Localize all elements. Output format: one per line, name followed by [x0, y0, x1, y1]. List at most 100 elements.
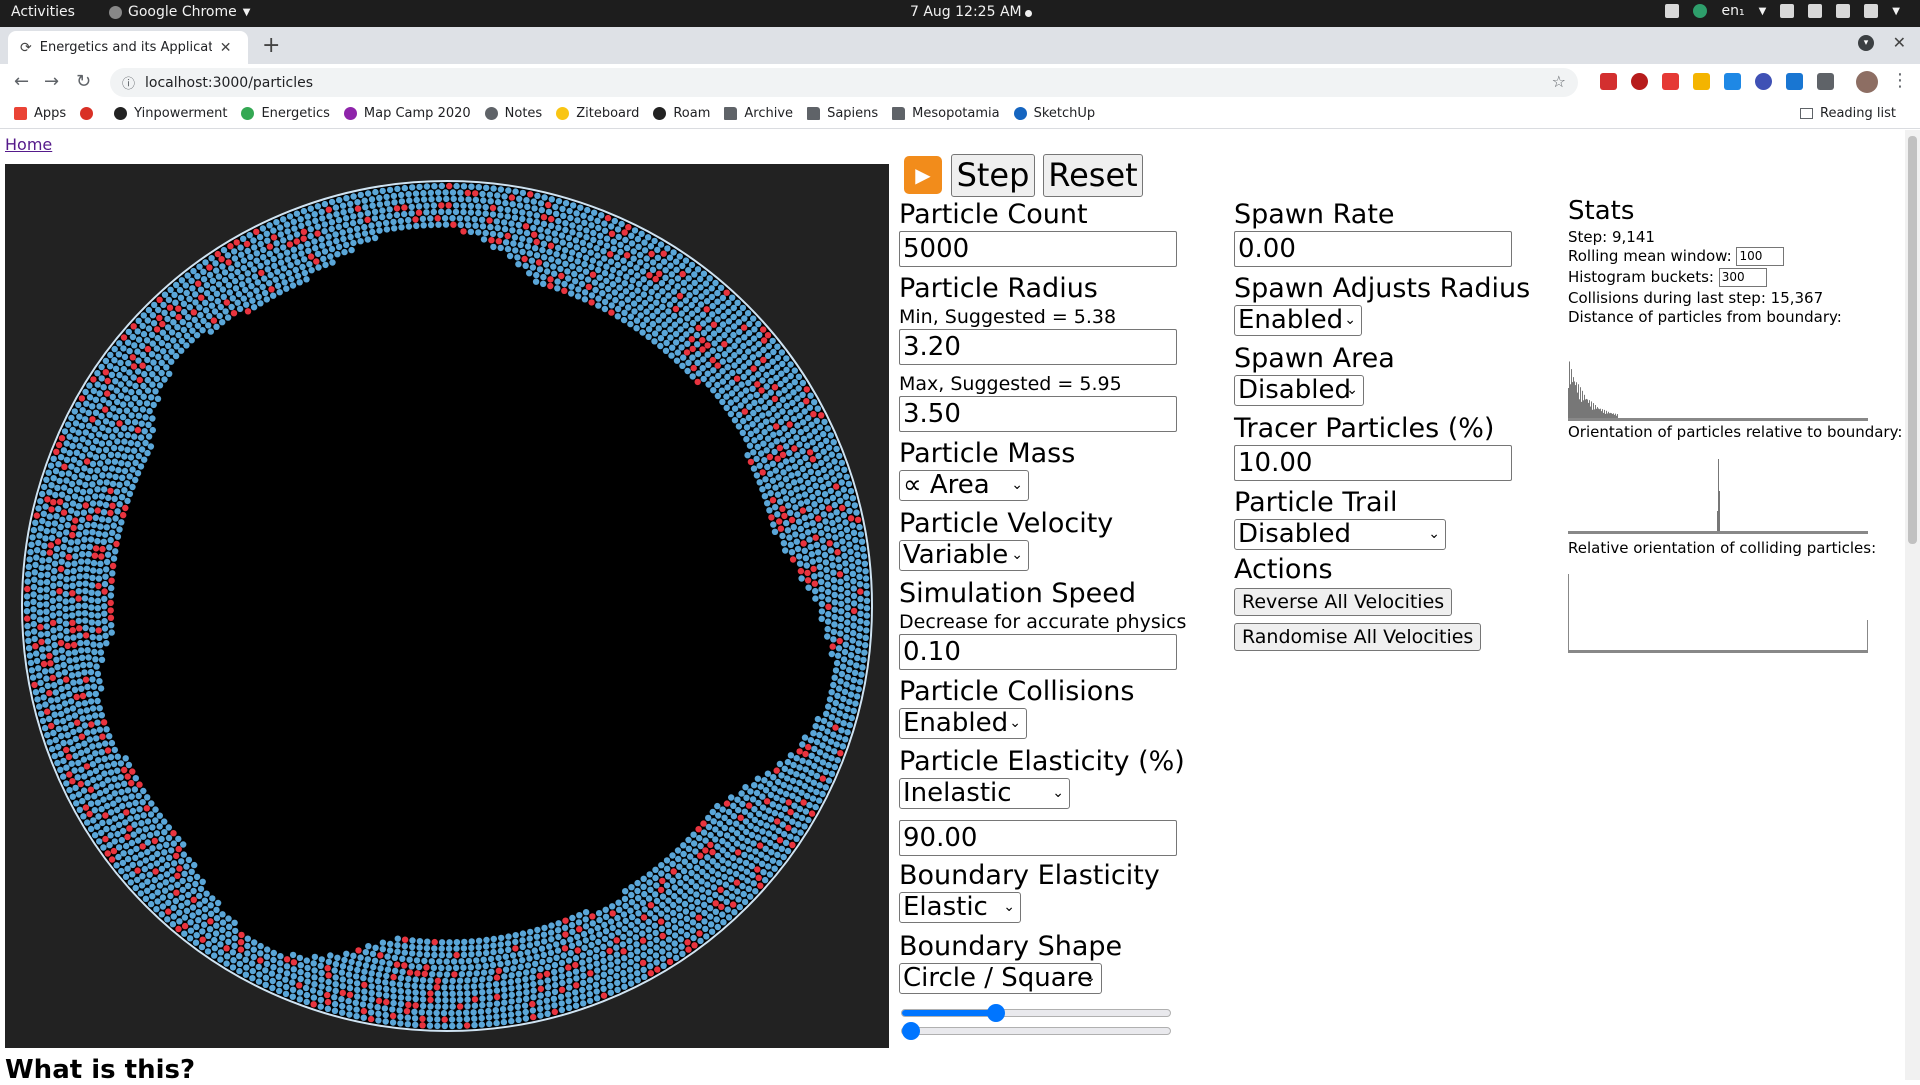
page-scrollbar[interactable] [1905, 130, 1920, 1080]
reload-icon[interactable]: ↻ [76, 71, 91, 92]
play-button[interactable]: ▶ [904, 156, 942, 194]
boundary-shape-slider[interactable] [901, 1004, 1171, 1022]
spawn-rate-input[interactable]: 0.00 [1234, 231, 1512, 267]
profile-avatar[interactable] [1856, 71, 1878, 93]
chevron-down-icon: ▼ [1758, 5, 1767, 17]
radius-min-input[interactable]: 3.20 [899, 329, 1177, 365]
histogram-bar [1576, 382, 1577, 418]
bookmark-item[interactable]: SketchUp [1013, 106, 1095, 121]
particle-simulation[interactable] [5, 164, 889, 1048]
orientation-histogram [1568, 453, 1868, 535]
battery-icon[interactable] [1864, 4, 1879, 18]
particle-collisions-select[interactable]: Enabled ⌄ [899, 708, 1027, 739]
boundary-shape-value: Circle / Square [903, 963, 1093, 993]
histogram-bar [1611, 413, 1612, 418]
particle-radius-label: Particle Radius [899, 273, 1098, 304]
particle-velocity-select[interactable]: Variable ⌄ [899, 540, 1029, 571]
reverse-velocities-button[interactable]: Reverse All Velocities [1234, 588, 1453, 616]
status-indicator-icon[interactable] [1693, 4, 1708, 18]
particle-mass-label: Particle Mass [899, 438, 1076, 469]
wifi-icon[interactable] [1780, 4, 1795, 18]
active-tab[interactable]: ⟳ Energetics and its Applicatio ✕ [8, 31, 248, 64]
reading-list-button[interactable]: Reading list [1800, 106, 1896, 121]
back-icon[interactable]: ← [14, 71, 29, 92]
more-menu-icon[interactable]: ⋮ [1891, 70, 1909, 91]
radius-max-input[interactable]: 3.50 [899, 396, 1177, 432]
boundary-elasticity-select[interactable]: Elastic ⌄ [899, 892, 1021, 923]
simulation-canvas[interactable] [5, 164, 889, 1048]
zoom-icon[interactable] [1724, 73, 1741, 90]
bluetooth-icon[interactable] [1808, 4, 1823, 18]
extension-icon[interactable] [1693, 73, 1710, 90]
bookmark-item[interactable]: Ziteboard [556, 106, 639, 121]
reset-button[interactable]: Reset [1043, 154, 1143, 197]
notification-dot [1025, 10, 1032, 17]
window-close-icon[interactable]: ✕ [1893, 33, 1906, 52]
bookmark-item[interactable]: Map Camp 2020 [343, 106, 471, 121]
forward-icon[interactable]: → [44, 71, 59, 92]
chevron-down-icon: ▼ [242, 6, 251, 18]
url-text[interactable]: localhost:3000/particles [145, 75, 313, 91]
clock[interactable]: 7 Aug 12:25 AM [910, 4, 1022, 20]
bookmark-item[interactable]: Energetics [241, 106, 330, 121]
histogram-bar [1717, 511, 1718, 531]
particle-trail-select[interactable]: Disabled ⌄ [1234, 519, 1446, 550]
screen-icon[interactable] [1665, 4, 1680, 18]
histogram-bar [1578, 384, 1579, 418]
histogram-bar [1719, 491, 1720, 531]
scrollbar-thumb[interactable] [1908, 136, 1917, 544]
extension-icon[interactable] [1600, 73, 1617, 90]
tracer-particles-input[interactable]: 10.00 [1234, 445, 1512, 481]
histogram-buckets-input[interactable]: 300 [1718, 268, 1767, 287]
boundary-shape-select[interactable]: Circle / Square ⌄ [899, 963, 1102, 994]
bookmark-star-icon[interactable]: ☆ [1552, 72, 1566, 91]
particle-count-input[interactable]: 5000 [899, 231, 1177, 267]
activities-button[interactable]: Activities [11, 4, 75, 20]
boundary-shape-slider-2[interactable] [901, 1022, 1171, 1040]
particle-elasticity-input[interactable]: 90.00 [899, 820, 1177, 856]
bookmark-item[interactable]: Archive [724, 106, 793, 121]
system-tray[interactable]: en₁ ▼ ▼ [1665, 3, 1900, 19]
language-indicator[interactable]: en₁ [1721, 3, 1744, 19]
home-link[interactable]: Home [5, 135, 52, 154]
bookmark-item[interactable]: Notes [484, 106, 542, 121]
step-button[interactable]: Step [951, 154, 1035, 197]
tab-search-icon[interactable]: ▾ [1858, 35, 1874, 51]
extensions-bar [1600, 73, 1834, 90]
slider-thumb[interactable] [902, 1022, 920, 1040]
bookmark-item[interactable]: Apps [14, 106, 66, 121]
bookmark-item[interactable] [80, 106, 100, 121]
app-menu[interactable]: Google Chrome ▼ [109, 4, 250, 20]
ublock-icon[interactable] [1631, 73, 1648, 90]
particle-elasticity-select[interactable]: Inelastic ⌄ [899, 778, 1070, 809]
extension-icon[interactable] [1755, 73, 1772, 90]
address-bar[interactable]: ⓘ localhost:3000/particles ☆ [110, 68, 1578, 97]
randomise-velocities-button[interactable]: Randomise All Velocities [1234, 623, 1482, 651]
spawn-area-select[interactable]: Disabled ⌄ [1234, 375, 1364, 406]
close-tab-icon[interactable]: ✕ [220, 40, 232, 56]
slider-thumb[interactable] [986, 1004, 1005, 1022]
puzzle-icon[interactable] [1817, 73, 1834, 90]
bookmark-item[interactable]: Sapiens [807, 106, 878, 121]
chevron-down-icon[interactable]: ▼ [1892, 6, 1900, 17]
new-tab-button[interactable]: + [262, 33, 280, 58]
simulation-speed-input[interactable]: 0.10 [899, 634, 1177, 670]
bookmark-item[interactable]: Roam [653, 106, 710, 121]
extension-icon[interactable] [1662, 73, 1679, 90]
stats-title: Stats [1568, 196, 1635, 226]
histogram-bar [1589, 400, 1590, 418]
bookmark-item[interactable]: Yinpowerment [114, 106, 227, 121]
particle-mass-select[interactable]: ∝ Area ⌄ [899, 470, 1029, 501]
histogram-bar [1579, 399, 1580, 418]
spawn-adjusts-radius-select[interactable]: Enabled ⌄ [1234, 305, 1362, 336]
rolling-mean-input[interactable]: 100 [1736, 247, 1785, 266]
yinpowerment-icon [114, 107, 128, 120]
folder-icon [892, 107, 906, 120]
volume-icon[interactable] [1836, 4, 1851, 18]
bookmark-item[interactable]: Mesopotamia [892, 106, 1000, 121]
histogram-left-edge [1568, 574, 1569, 650]
chevron-down-icon: ⌄ [1009, 715, 1021, 731]
site-info-icon[interactable]: ⓘ [122, 73, 135, 92]
histogram-bar [1591, 401, 1592, 418]
extension-icon[interactable] [1786, 73, 1803, 90]
